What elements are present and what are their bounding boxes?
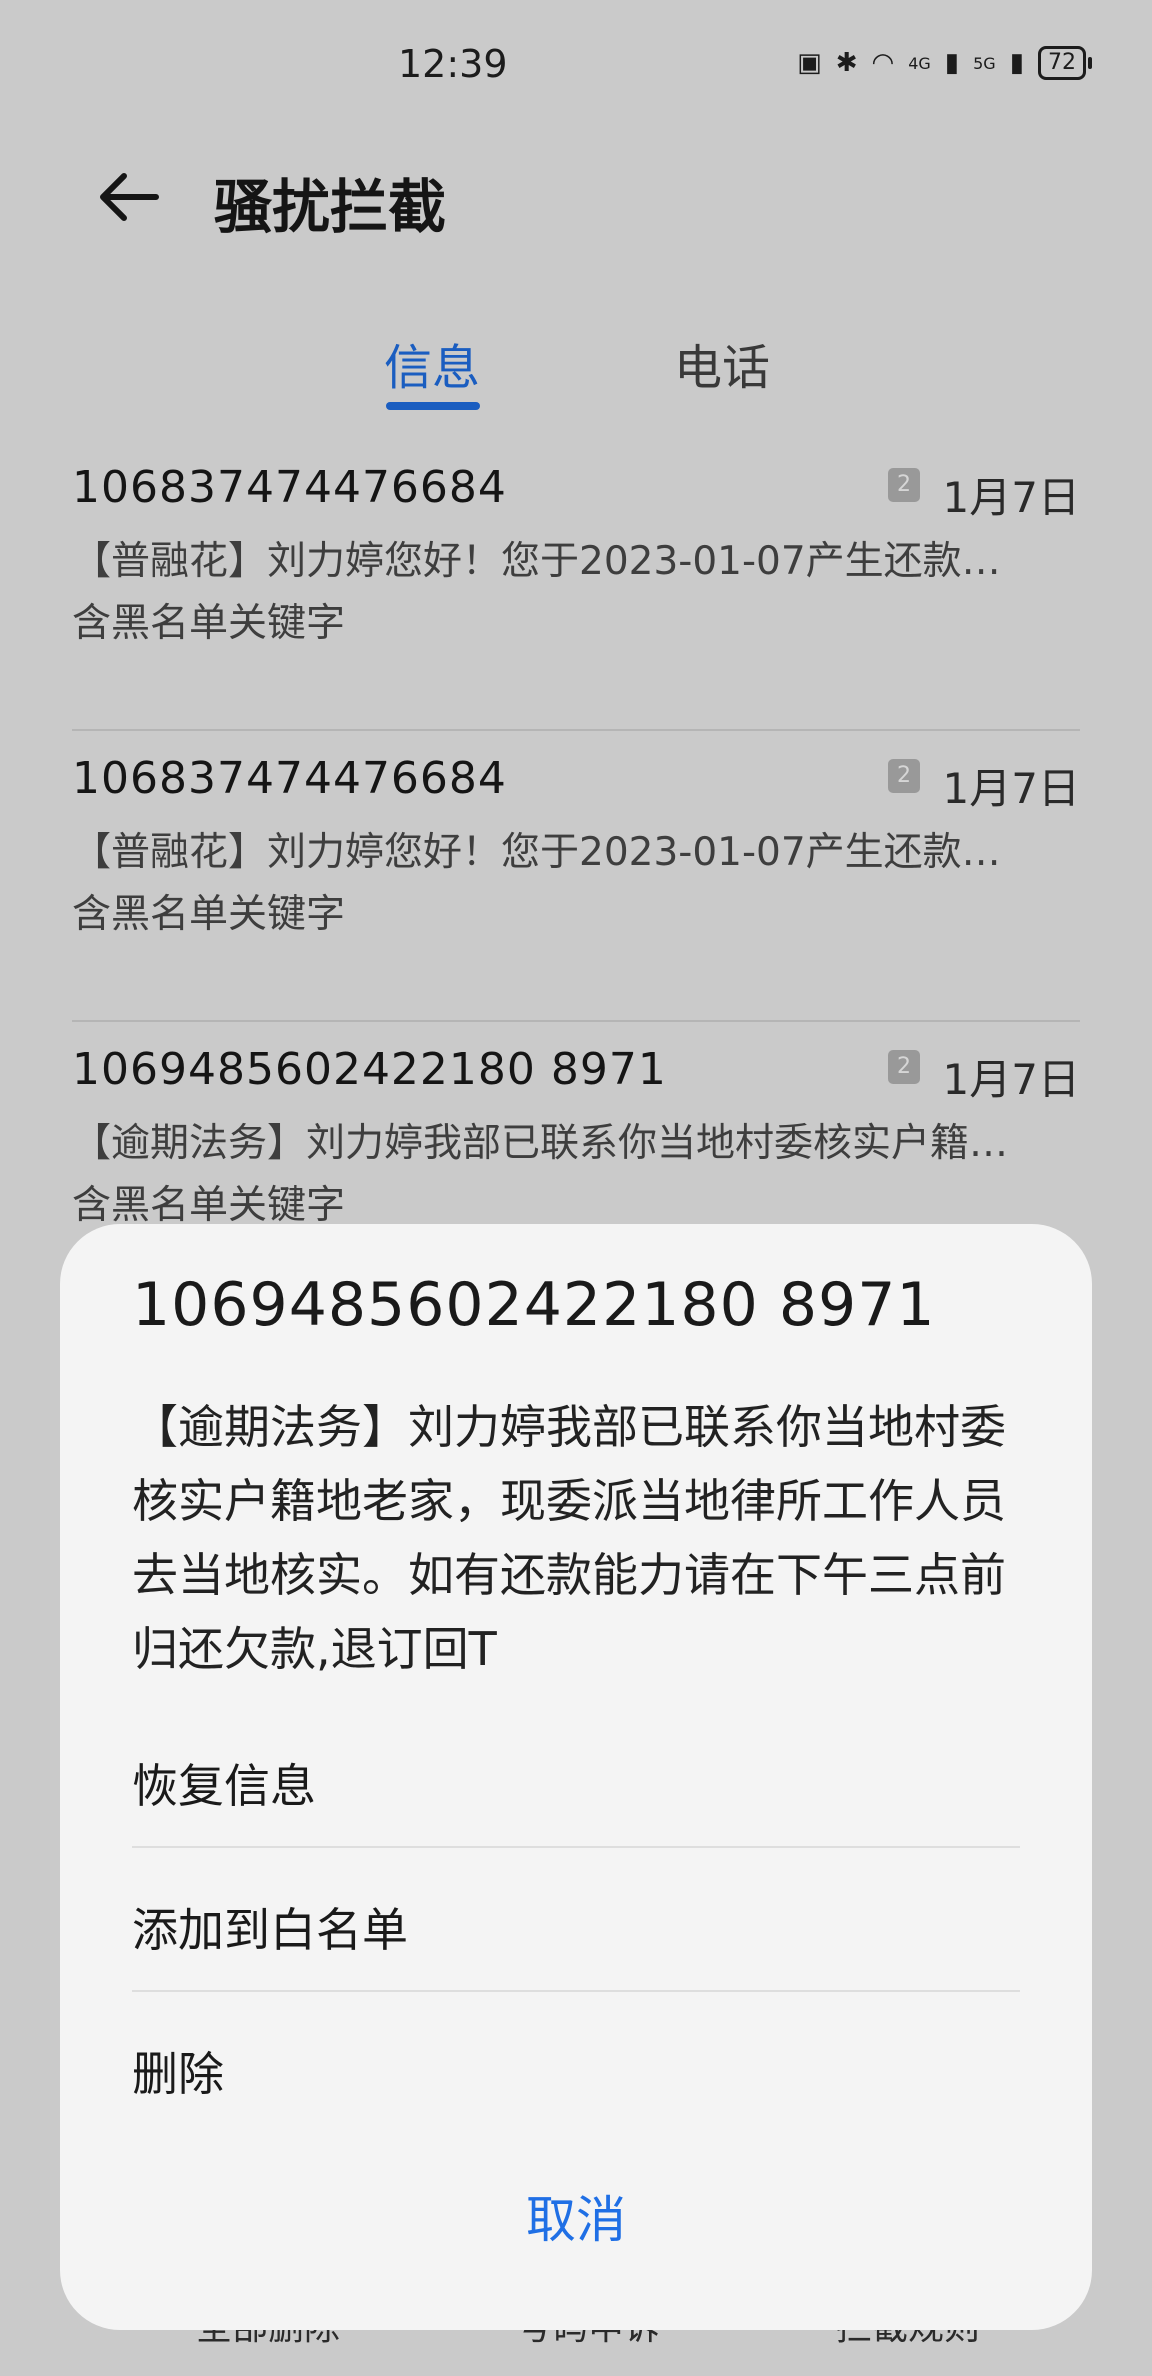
action-label: 添加到白名单 — [132, 1903, 408, 1957]
restore-message-button[interactable]: 恢复信息 — [132, 1706, 1020, 1850]
message-action-sheet: 1069485602422180 8971 【逾期法务】刘力婷我部已联系你当地村… — [60, 1224, 1092, 2330]
dialog-message-body: 【逾期法务】刘力婷我部已联系你当地村委核实户籍地老家，现委派当地律所工作人员去当… — [132, 1400, 1006, 1676]
dialog-sender-number: 1069485602422180 8971 — [132, 1270, 936, 1340]
action-label: 删除 — [132, 2047, 224, 2101]
action-label: 恢复信息 — [132, 1759, 316, 1813]
delete-button[interactable]: 删除 — [132, 1994, 1020, 2138]
divider — [132, 1846, 1020, 1848]
add-to-whitelist-button[interactable]: 添加到白名单 — [132, 1850, 1020, 1994]
cancel-button[interactable]: 取消 — [60, 2180, 1092, 2252]
divider — [132, 1990, 1020, 1992]
